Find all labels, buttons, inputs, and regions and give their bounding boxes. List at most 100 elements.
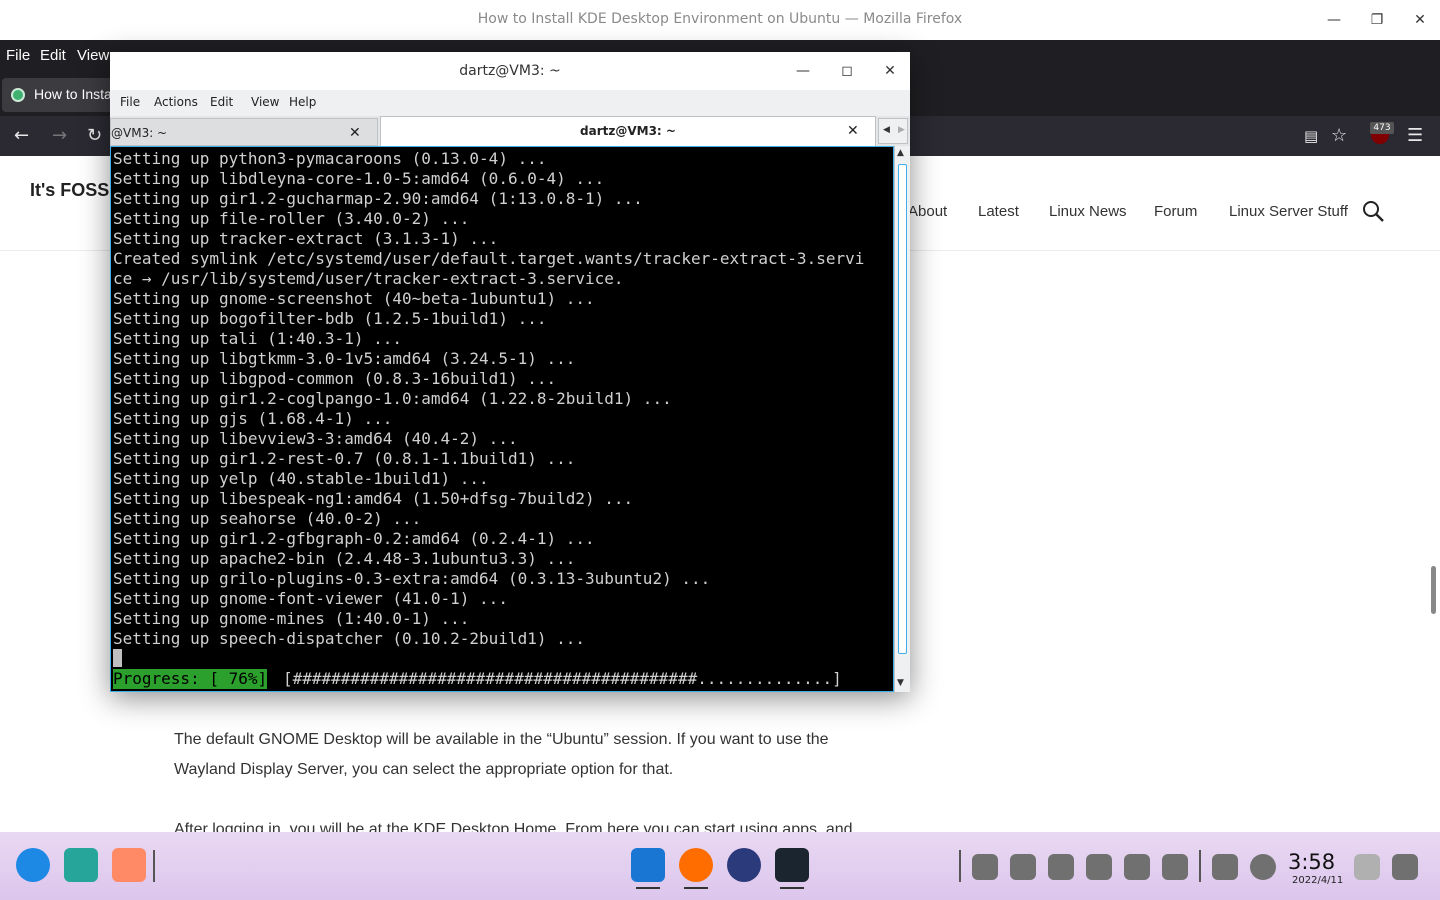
konsole-menubar: File Actions Edit View Help	[110, 90, 910, 116]
favicon-icon	[11, 88, 25, 102]
nav-about[interactable]: About	[908, 203, 947, 220]
tray-screen-icon[interactable]	[1010, 854, 1036, 880]
close-icon[interactable]: ✕	[1409, 10, 1431, 30]
nav-forum[interactable]: Forum	[1154, 203, 1197, 220]
tab-scroll-arrows[interactable]: ◀ ▶	[878, 118, 908, 144]
terminal-line: Setting up tracker-extract (3.1.3-1) ...	[113, 229, 499, 248]
konsole-tab-label: @VM3: ~	[111, 126, 168, 140]
maximize-icon[interactable]: ◻	[837, 61, 857, 81]
konsole-window: dartz@VM3: ~ — ◻ ✕ File Actions Edit Vie…	[110, 52, 910, 692]
konsole-menu-help[interactable]: Help	[289, 95, 316, 109]
scroll-up-icon[interactable]: ▲	[897, 148, 904, 158]
close-tab-icon[interactable]: ✕	[847, 123, 859, 139]
minimize-icon[interactable]: —	[793, 61, 813, 81]
terminal-line: Setting up gir1.2-coglpango-1.0:amd64 (1…	[113, 389, 672, 408]
terminal-line: Setting up yelp (40.stable-1build1) ...	[113, 469, 489, 488]
konsole-tab-label: dartz@VM3: ~	[580, 124, 676, 138]
multitask-icon[interactable]	[1212, 854, 1238, 880]
firefox-window-title: How to Install KDE Desktop Environment o…	[477, 11, 963, 27]
terminal-line: Setting up gir1.2-rest-0.7 (0.8.1-1.1bui…	[113, 449, 576, 468]
settings-icon[interactable]	[727, 848, 761, 882]
minimize-icon[interactable]: —	[1323, 10, 1345, 30]
konsole-window-title: dartz@VM3: ~	[459, 63, 561, 79]
terminal-line: Setting up gnome-screenshot (40~beta-1ub…	[113, 289, 595, 308]
konsole-tabbar: @VM3: ~ ✕ dartz@VM3: ~ ✕ ◀ ▶	[110, 116, 910, 146]
back-icon[interactable]: ←	[14, 126, 29, 146]
taskbar-separator	[153, 850, 155, 882]
konsole-titlebar: dartz@VM3: ~ — ◻ ✕	[110, 52, 910, 90]
terminal-cursor	[113, 649, 122, 667]
tab-scroll-left-icon[interactable]: ◀	[883, 125, 890, 135]
bookmark-star-icon[interactable]: ☆	[1331, 126, 1347, 146]
terminal-line: Setting up seahorse (40.0-2) ...	[113, 509, 422, 528]
firefox-icon[interactable]	[679, 848, 713, 882]
ublock-badge: 473	[1370, 122, 1394, 134]
article-paragraph: After logging in, you will be at the KDE…	[174, 821, 853, 832]
konsole-tab[interactable]: @VM3: ~ ✕	[110, 118, 378, 146]
keyboard-icon[interactable]	[1048, 854, 1074, 880]
site-logo[interactable]: It's FOSS	[30, 180, 109, 201]
konsole-menu-actions[interactable]: Actions	[154, 95, 198, 109]
terminal-line: Setting up apache2-bin (2.4.48-3.1ubuntu…	[113, 549, 576, 568]
trash-icon[interactable]	[1354, 854, 1380, 880]
tab-scroll-right-icon[interactable]: ▶	[898, 125, 905, 135]
browser-tab-label: How to Insta	[34, 86, 112, 102]
terminal-scrollbar[interactable]: ▲ ▼	[894, 146, 910, 692]
konsole-menu-edit[interactable]: Edit	[210, 95, 233, 109]
terminal-line: Setting up python3-pymacaroons (0.13.0-4…	[113, 149, 547, 168]
expand-tray-icon[interactable]	[1162, 854, 1188, 880]
close-tab-icon[interactable]: ✕	[349, 125, 361, 141]
scroll-down-icon[interactable]: ▼	[897, 678, 904, 688]
terminal-line: Setting up libdleyna-core-1.0-5:amd64 (0…	[113, 169, 605, 188]
active-indicator	[684, 887, 708, 889]
terminal-line: Setting up libevview3-3:amd64 (40.4-2) .…	[113, 429, 518, 448]
power-icon[interactable]	[1250, 854, 1276, 880]
taskbar-separator	[1199, 850, 1201, 882]
terminal-line: Setting up bogofilter-bdb (1.2.5-1build1…	[113, 309, 547, 328]
konsole-menu-file[interactable]: File	[120, 95, 140, 109]
nav-linux-news[interactable]: Linux News	[1049, 203, 1127, 220]
terminal-line: Setting up file-roller (3.40.0-2) ...	[113, 209, 470, 228]
active-indicator	[780, 887, 804, 889]
page-scrollbar[interactable]	[1431, 566, 1436, 614]
menu-file[interactable]: File	[6, 47, 30, 64]
clock-time[interactable]: 3:58	[1288, 850, 1335, 874]
konsole-tab-active[interactable]: dartz@VM3: ~ ✕	[380, 116, 876, 146]
nav-latest[interactable]: Latest	[978, 203, 1019, 220]
taskbar-separator	[959, 850, 961, 882]
nav-linux-server-stuff[interactable]: Linux Server Stuff	[1229, 203, 1348, 220]
active-indicator	[636, 887, 660, 889]
terminal-output[interactable]: Progress: [ 76%] [######################…	[110, 146, 894, 692]
pen-icon[interactable]	[1124, 854, 1150, 880]
terminal-line: Setting up gir1.2-gfbgraph-0.2:amd64 (0.…	[113, 529, 595, 548]
reader-view-icon[interactable]: ▤	[1304, 126, 1318, 146]
article-paragraph: The default GNOME Desktop will be availa…	[174, 731, 829, 778]
notification-icon[interactable]	[1392, 854, 1418, 880]
terminal-line: Setting up tali (1:40.3-1) ...	[113, 329, 402, 348]
reload-icon[interactable]: ↻	[87, 126, 102, 146]
hamburger-menu-icon[interactable]: ☰	[1407, 126, 1423, 146]
file-manager-icon[interactable]	[64, 848, 98, 882]
search-icon[interactable]	[1362, 200, 1384, 222]
vault-icon[interactable]	[631, 848, 665, 882]
menu-view[interactable]: View	[77, 47, 109, 64]
terminal-line: Setting up libgtkmm-3.0-1v5:amd64 (3.24.…	[113, 349, 576, 368]
terminal-line: Setting up gnome-font-viewer (41.0-1) ..…	[113, 589, 508, 608]
scrollbar-thumb[interactable]	[898, 164, 907, 654]
terminal-line: Setting up grilo-plugins-0.3-extra:amd64…	[113, 569, 711, 588]
launcher-icon[interactable]	[16, 848, 50, 882]
terminal-line: Setting up gjs (1.68.4-1) ...	[113, 409, 393, 428]
konsole-menu-view[interactable]: View	[251, 95, 279, 109]
terminal-line: Setting up gnome-mines (1:40.0-1) ...	[113, 609, 470, 628]
menu-edit[interactable]: Edit	[40, 47, 66, 64]
tray-app-icon[interactable]	[972, 854, 998, 880]
terminal-line: Setting up libespeak-ng1:amd64 (1.50+dfs…	[113, 489, 634, 508]
firefox-titlebar: How to Install KDE Desktop Environment o…	[0, 0, 1440, 40]
forward-icon[interactable]: →	[52, 126, 67, 146]
app-store-icon[interactable]	[112, 848, 146, 882]
restore-icon[interactable]: ❐	[1366, 10, 1388, 30]
close-icon[interactable]: ✕	[880, 61, 900, 81]
terminal-icon[interactable]	[775, 848, 809, 882]
volume-icon[interactable]	[1086, 854, 1112, 880]
clock-date[interactable]: 2022/4/11	[1292, 875, 1343, 886]
